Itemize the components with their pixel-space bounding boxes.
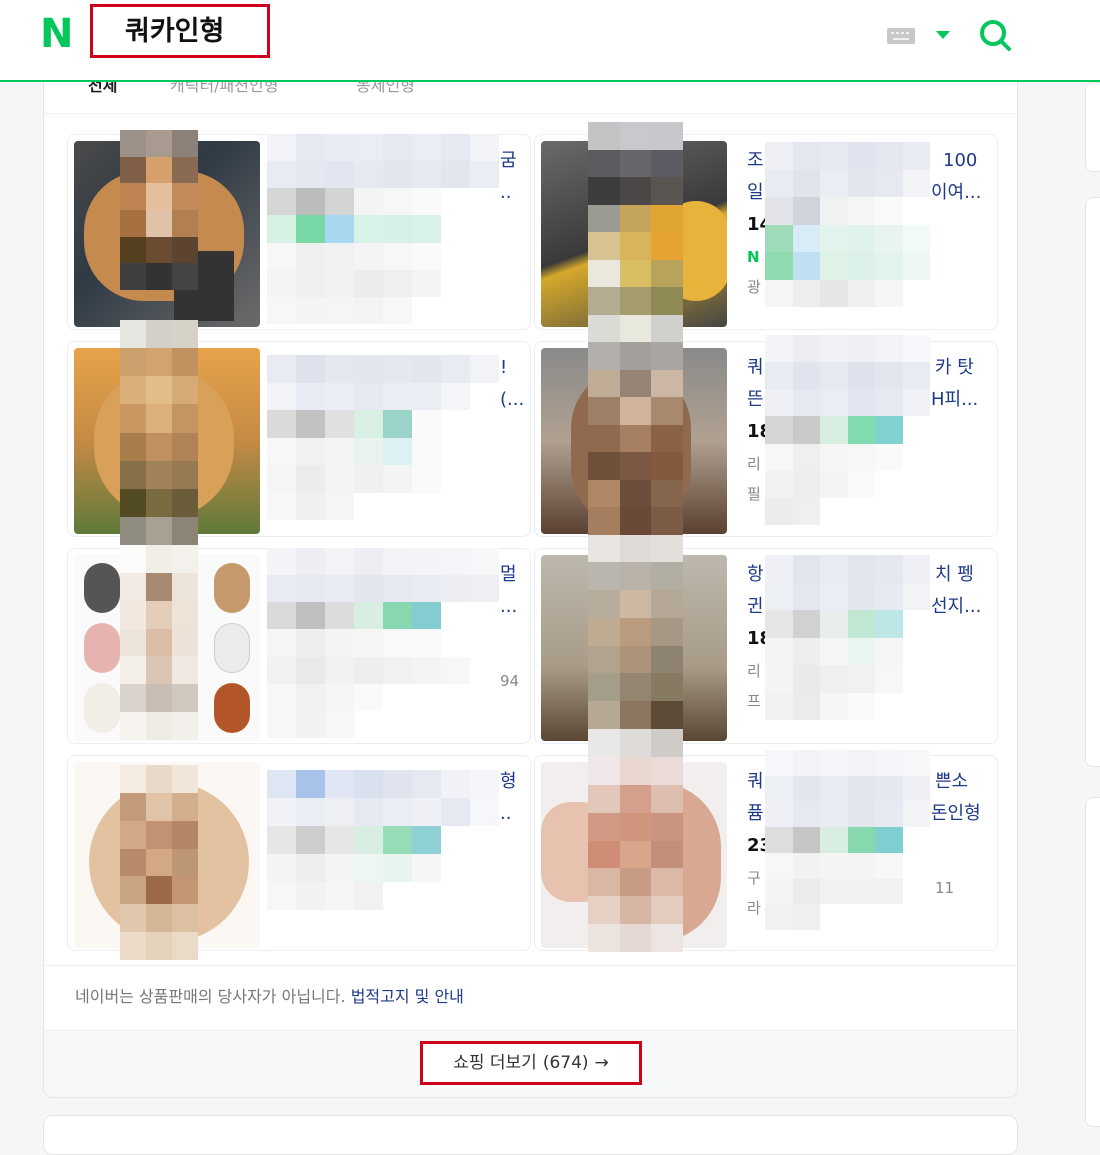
product-meta: 광: [747, 278, 761, 296]
shopping-more-button[interactable]: 쇼핑 더보기 (674) →: [420, 1041, 642, 1085]
side-panel: [1085, 797, 1100, 1127]
product-title-fragment[interactable]: 돈인형: [931, 802, 981, 826]
legal-notice: 네이버는 상품판매의 당사자가 아닙니다. 법적고지 및 안내: [75, 985, 464, 1009]
pixelation-overlay: [765, 142, 930, 307]
side-panel: [1085, 197, 1100, 767]
product-title[interactable]: 일: [747, 181, 764, 205]
notice-text: 네이버는 상품판매의 당사자가 아닙니다.: [75, 987, 346, 1006]
top-bar: N 쿼카인형: [0, 0, 1100, 82]
search-input[interactable]: 쿼카인형: [90, 4, 270, 58]
product-title-fragment[interactable]: (...: [500, 388, 524, 412]
pixelation-overlay: [267, 134, 499, 324]
product-meta: 리: [747, 455, 761, 473]
product-meta: 필: [747, 485, 761, 503]
product-title-fragment[interactable]: 선지...: [931, 595, 981, 619]
product-title-fragment[interactable]: 치 펭: [935, 563, 974, 587]
pixelation-overlay: [267, 770, 499, 910]
pixelation-overlay: [588, 757, 683, 952]
side-panel: [1085, 82, 1100, 172]
product-title-fragment[interactable]: !: [500, 356, 507, 380]
legal-notice-link[interactable]: 법적고지 및 안내: [351, 987, 464, 1006]
product-meta: 구: [747, 869, 761, 887]
product-title-fragment[interactable]: ..: [500, 802, 511, 826]
product-title-fragment[interactable]: 이여...: [931, 181, 981, 205]
triangle-down-icon[interactable]: [936, 31, 950, 39]
arrow-right-icon: →: [594, 1053, 609, 1073]
search-query: 쿼카인형: [125, 16, 225, 47]
product-meta: 리: [747, 662, 761, 680]
product-title[interactable]: 퓸: [747, 802, 764, 826]
product-title-fragment[interactable]: ..: [500, 181, 511, 205]
product-title-fragment[interactable]: 형: [500, 770, 517, 794]
pixelation-overlay: [765, 750, 930, 930]
pixelation-overlay: [120, 320, 198, 545]
pixelation-overlay: [765, 335, 930, 525]
product-title-fragment[interactable]: 멀: [500, 563, 517, 587]
product-title[interactable]: 항: [747, 563, 764, 587]
more-button-label: 쇼핑 더보기: [453, 1053, 537, 1073]
pixelation-overlay: [120, 130, 198, 290]
product-title-fragment[interactable]: 굼: [500, 149, 517, 173]
next-section-panel: [43, 1115, 1018, 1155]
tab-plush-doll[interactable]: 봉제인형: [356, 82, 415, 98]
divider: [44, 965, 1017, 966]
product-meta: 라: [747, 899, 761, 917]
pixelation-overlay: [120, 765, 198, 960]
product-meta-fragment: 94: [500, 672, 520, 690]
product-title[interactable]: 쿼: [747, 356, 764, 380]
product-title[interactable]: 쿼: [747, 770, 764, 794]
pixelation-overlay: [588, 562, 683, 757]
pixelation-overlay: [120, 545, 198, 740]
product-title[interactable]: 귄: [747, 595, 764, 619]
pixelation-overlay: [588, 122, 683, 342]
product-title-fragment[interactable]: 100: [943, 149, 977, 173]
product-title-fragment[interactable]: ...: [500, 595, 517, 619]
product-title[interactable]: 조: [747, 149, 764, 173]
tab-all[interactable]: 전체: [88, 82, 117, 98]
product-title[interactable]: 뜬: [747, 388, 764, 412]
product-title-fragment[interactable]: H피...: [931, 388, 978, 412]
product-meta: 프: [747, 692, 761, 710]
pixelation-overlay: [267, 355, 499, 520]
category-tabs: 전체 캐릭터/패션인형 봉제인형: [43, 82, 1018, 114]
product-meta-fragment: 11: [935, 879, 955, 897]
naver-badge: N: [747, 248, 760, 266]
keyboard-icon[interactable]: [887, 28, 915, 44]
product-title-fragment[interactable]: 카 탓: [935, 356, 974, 380]
pixelation-overlay: [765, 555, 930, 720]
more-button-count: (674): [542, 1053, 589, 1073]
pixelation-overlay: [267, 548, 499, 738]
search-icon[interactable]: [978, 18, 1012, 52]
product-title-fragment[interactable]: 쁜소: [935, 770, 968, 794]
pixelation-overlay: [588, 342, 683, 562]
naver-logo[interactable]: N: [40, 14, 76, 54]
tab-character-doll[interactable]: 캐릭터/패션인형: [170, 82, 278, 98]
